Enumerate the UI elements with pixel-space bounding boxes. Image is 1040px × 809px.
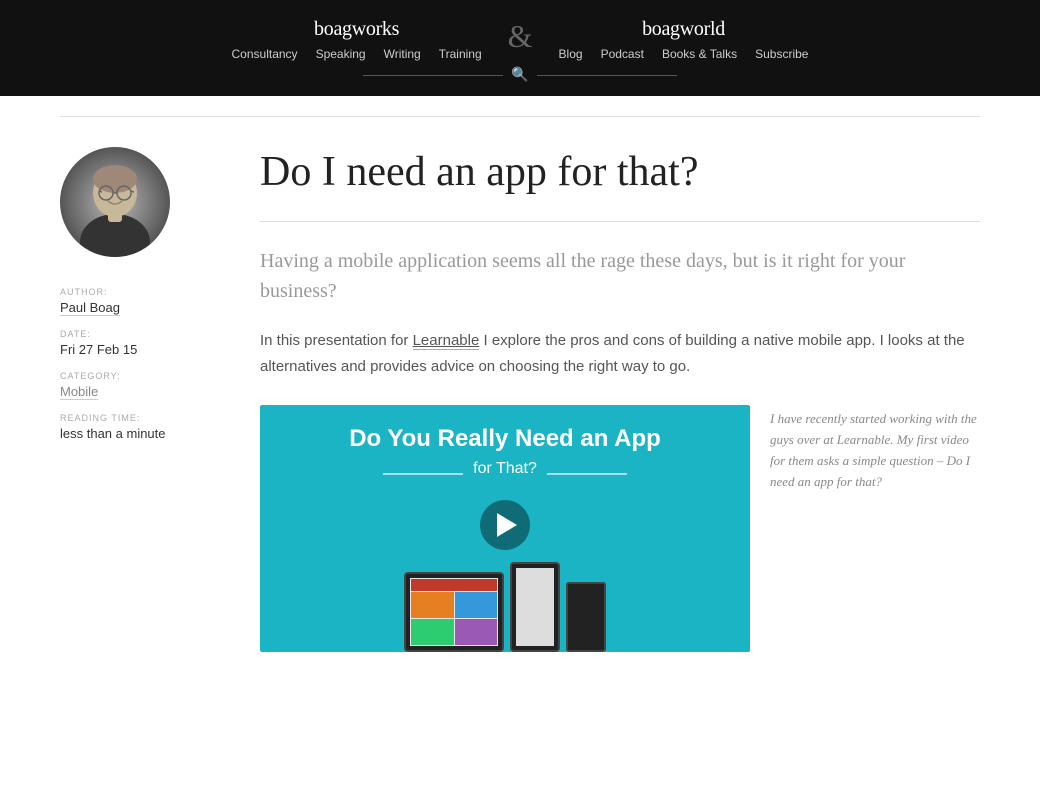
video-section: Do You Really Need an App for That? bbox=[260, 405, 980, 652]
content-layout: AUTHOR: Paul Boag DATE: Fri 27 Feb 15 CA… bbox=[60, 147, 980, 652]
nav-writing[interactable]: Writing bbox=[384, 47, 421, 61]
article-body: Do I need an app for that? Having a mobi… bbox=[260, 147, 980, 652]
screen-cell4 bbox=[455, 619, 498, 645]
nav-subscribe[interactable]: Subscribe bbox=[755, 47, 808, 61]
learnable-link[interactable]: Learnable bbox=[413, 332, 480, 350]
screen-header bbox=[411, 579, 497, 591]
reading-time-label: READING TIME: bbox=[60, 413, 220, 423]
article-text: In this presentation for Learnable I exp… bbox=[260, 328, 980, 379]
article-sidebar: AUTHOR: Paul Boag DATE: Fri 27 Feb 15 CA… bbox=[60, 147, 220, 441]
video-subtitle: for That? bbox=[473, 460, 537, 478]
search-line-left bbox=[363, 75, 503, 76]
category-label: CATEGORY: bbox=[60, 371, 220, 381]
author-label: AUTHOR: bbox=[60, 287, 220, 297]
screen-cell3 bbox=[411, 619, 454, 645]
article-title: Do I need an app for that? bbox=[260, 147, 980, 197]
video-content: Do You Really Need an App for That? bbox=[260, 405, 750, 550]
date-value: Fri 27 Feb 15 bbox=[60, 342, 220, 357]
video-embed[interactable]: Do You Really Need an App for That? bbox=[260, 405, 750, 652]
main-content: AUTHOR: Paul Boag DATE: Fri 27 Feb 15 CA… bbox=[40, 96, 1000, 692]
author-avatar bbox=[60, 147, 170, 257]
search-line-right bbox=[537, 75, 677, 76]
boagworks-logo[interactable]: boagworks bbox=[314, 18, 399, 41]
article-intro: Having a mobile application seems all th… bbox=[260, 246, 980, 306]
top-divider bbox=[60, 116, 980, 117]
nav-blog[interactable]: Blog bbox=[559, 47, 583, 61]
tablet-device bbox=[404, 572, 504, 652]
video-caption-text: I have recently started working with the… bbox=[770, 405, 980, 492]
boagworld-logo[interactable]: boagworld bbox=[642, 18, 725, 41]
screen-cell2 bbox=[455, 592, 498, 618]
video-title: Do You Really Need an App bbox=[280, 425, 730, 454]
avatar-image bbox=[60, 147, 170, 257]
author-link[interactable]: Paul Boag bbox=[60, 300, 120, 316]
nav-training[interactable]: Training bbox=[439, 47, 482, 61]
nav-speaking[interactable]: Speaking bbox=[316, 47, 366, 61]
date-label: DATE: bbox=[60, 329, 220, 339]
phone-device bbox=[510, 562, 560, 652]
phone-screen bbox=[516, 568, 554, 646]
site-header: boagworks Consultancy Speaking Writing T… bbox=[0, 0, 1040, 96]
video-decorative-lines: for That? bbox=[280, 460, 730, 488]
device-illustrations bbox=[260, 562, 750, 652]
ampersand-symbol: & bbox=[508, 20, 533, 60]
search-icon[interactable]: 🔍 bbox=[511, 67, 528, 84]
author-name: Paul Boag bbox=[60, 300, 220, 315]
boagworld-nav: Blog Podcast Books & Talks Subscribe bbox=[559, 47, 809, 61]
search-bar: 🔍 bbox=[0, 67, 1040, 84]
video-line-left bbox=[383, 473, 463, 475]
play-button-container bbox=[280, 500, 730, 550]
play-button[interactable] bbox=[480, 500, 530, 550]
nav-podcast[interactable]: Podcast bbox=[601, 47, 644, 61]
screen-cell1 bbox=[411, 592, 454, 618]
nav-books-talks[interactable]: Books & Talks bbox=[662, 47, 737, 61]
nav-consultancy[interactable]: Consultancy bbox=[232, 47, 298, 61]
video-line-right bbox=[547, 473, 627, 475]
reading-time-value: less than a minute bbox=[60, 426, 220, 441]
phone-device2 bbox=[566, 582, 606, 652]
category-value: Mobile bbox=[60, 384, 220, 399]
boagworks-nav: Consultancy Speaking Writing Training bbox=[232, 47, 482, 61]
tablet-screen bbox=[410, 578, 498, 646]
article-divider bbox=[260, 221, 980, 222]
category-link[interactable]: Mobile bbox=[60, 384, 98, 400]
play-icon bbox=[497, 513, 517, 537]
